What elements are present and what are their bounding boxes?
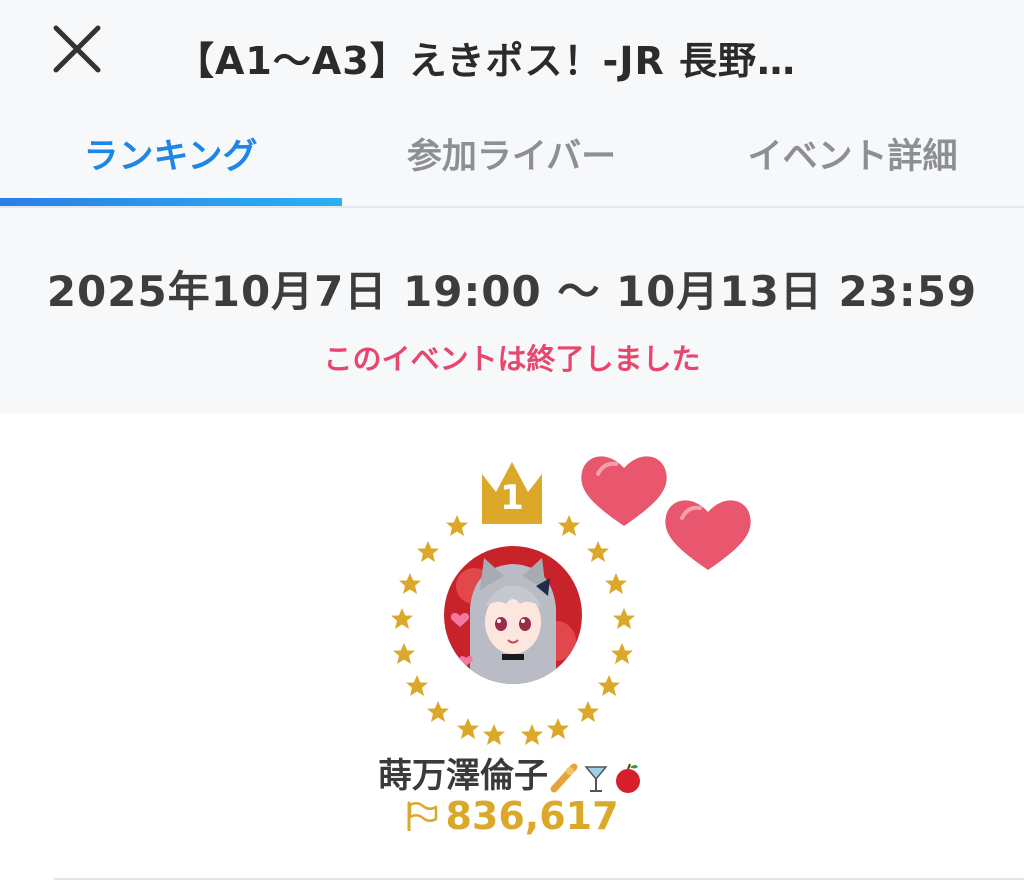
page-title: 【A1〜A3】えきポス！-JR 長野… xyxy=(176,39,796,83)
heart-icon xyxy=(581,456,751,570)
close-button[interactable] xyxy=(48,22,108,78)
tab-ranking[interactable]: ランキング xyxy=(0,100,341,206)
tab-event-details[interactable]: イベント詳細 xyxy=(682,100,1023,206)
avatar[interactable] xyxy=(444,546,582,684)
event-period-section: 2025年10月7日 19:00 〜 10月13日 23:59 このイベントは終… xyxy=(0,208,1024,414)
liver-name: 蒔万澤倫子 xyxy=(378,756,548,796)
avatar-image xyxy=(444,546,582,684)
liver-score-row: 836,617 xyxy=(0,794,1024,838)
liver-score: 836,617 xyxy=(445,794,619,838)
event-period: 2025年10月7日 19:00 〜 10月13日 23:59 xyxy=(46,267,978,316)
flag-icon xyxy=(407,801,438,831)
header-bar: 【A1〜A3】えきポス！-JR 長野… xyxy=(0,0,1024,100)
name-emoji-icons xyxy=(550,763,640,793)
liver-name-row[interactable]: 蒔万澤倫子 xyxy=(0,748,1024,797)
row-divider xyxy=(54,878,1024,880)
tab-participating-livers[interactable]: 参加ライバー xyxy=(341,100,682,206)
close-icon xyxy=(53,25,101,73)
active-tab-indicator xyxy=(0,198,342,206)
event-ended-notice: このイベントは終了しました xyxy=(323,342,701,376)
tab-bar: ランキング 参加ライバー イベント詳細 xyxy=(0,100,1024,208)
ranking-list: 1 蒔万澤倫子 836,617 xyxy=(0,414,1024,884)
